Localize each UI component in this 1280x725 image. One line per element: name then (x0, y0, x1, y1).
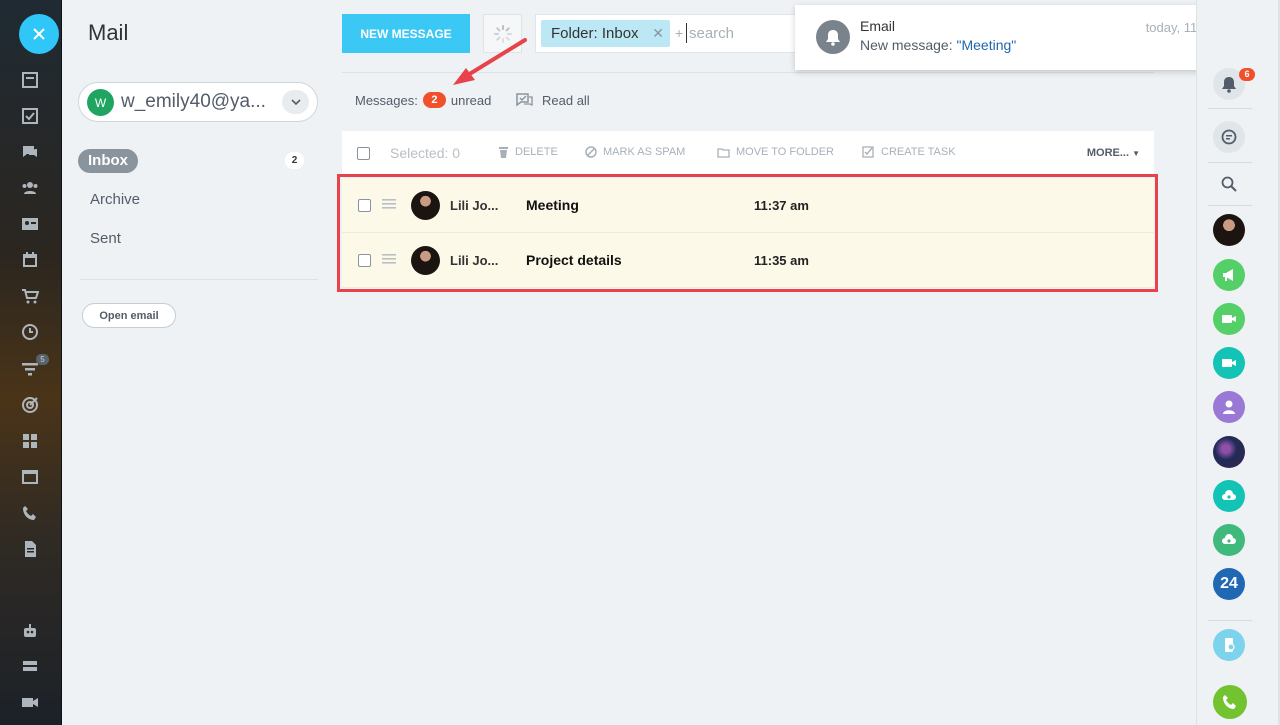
unread-status: Messages: 2 unread (355, 92, 491, 108)
selected-count: Selected: 0 (390, 145, 461, 161)
create-task-label: CREATE TASK (881, 146, 956, 158)
mark-spam-button[interactable]: MARK AS SPAM (585, 146, 685, 158)
bulk-action-bar: Selected: 0 DELETE MARK AS SPAM MOVE TO … (342, 131, 1154, 174)
divider (80, 279, 318, 280)
clock-icon[interactable] (21, 323, 39, 341)
more-actions-button[interactable]: MORE... ▼ (1087, 147, 1140, 159)
megaphone-icon[interactable] (1213, 259, 1245, 291)
storage-icon[interactable] (21, 657, 39, 675)
remove-filter-icon[interactable]: ✕ (652, 25, 664, 42)
open-email-button[interactable]: Open email (82, 303, 176, 328)
phone-icon[interactable] (21, 504, 39, 522)
notifications-count-badge: 6 (1239, 68, 1255, 81)
video-chat-icon[interactable] (1213, 303, 1245, 335)
folder-inbox[interactable]: Inbox (78, 149, 138, 173)
mobile-app-icon[interactable] (1213, 629, 1245, 661)
folder-filter-chip[interactable]: Folder: Inbox ✕ (541, 20, 670, 47)
task-icon (862, 146, 874, 158)
mark-spam-label: MARK AS SPAM (603, 146, 686, 158)
spam-icon (585, 146, 597, 158)
calendar-icon[interactable] (21, 251, 39, 269)
document-icon[interactable] (21, 540, 39, 558)
unread-label[interactable]: unread (451, 93, 491, 108)
read-all-button[interactable]: Read all (516, 92, 590, 108)
folder-sent[interactable]: Sent (90, 230, 121, 247)
trash-icon (499, 147, 508, 158)
tasks-icon[interactable] (21, 107, 39, 125)
move-to-folder-label: MOVE TO FOLDER (736, 146, 835, 158)
more-label: MORE... (1086, 147, 1130, 159)
delete-button[interactable]: DELETE (498, 146, 558, 158)
select-all-checkbox[interactable] (357, 147, 370, 160)
bitrix24-icon[interactable]: 24 (1213, 568, 1245, 600)
create-task-button[interactable]: CREATE TASK (862, 146, 956, 158)
chevron-down-icon[interactable] (282, 90, 309, 114)
delete-label: DELETE (515, 146, 558, 158)
notification-title: Email (860, 18, 896, 34)
caret-down-icon: ▼ (1132, 149, 1140, 158)
shopping-cart-icon[interactable] (21, 287, 39, 305)
divider (1208, 162, 1252, 163)
inbox-count-badge: 2 (285, 152, 304, 169)
user-profile-icon[interactable] (1213, 391, 1245, 423)
search-input[interactable] (686, 23, 781, 43)
unread-count-badge: 2 (422, 92, 446, 108)
notification-body-prefix: New message: (860, 37, 953, 53)
account-selector[interactable]: W w_emily40@ya... (78, 82, 318, 122)
close-icon[interactable] (19, 14, 59, 54)
phone-call-icon[interactable] (1213, 685, 1247, 719)
account-address: w_emily40@ya... (121, 91, 266, 112)
notification-body: New message: "Meeting" (860, 37, 1016, 53)
highlight-box (337, 174, 1158, 292)
apps-grid-icon[interactable] (21, 432, 39, 450)
messages-label: Messages: (355, 92, 418, 108)
notification-bell-icon (816, 20, 850, 54)
divider (1208, 108, 1252, 109)
annotation-arrow-icon (453, 38, 527, 85)
messenger-icon[interactable] (1213, 121, 1245, 153)
search-icon[interactable] (1213, 168, 1245, 200)
window-icon[interactable] (21, 468, 39, 486)
folder-archive[interactable]: Archive (90, 191, 140, 208)
folder-move-icon (717, 147, 730, 158)
add-filter-plus[interactable]: + (675, 25, 683, 41)
chat-icon[interactable] (21, 143, 39, 161)
folder-filter-label: Folder: Inbox (551, 25, 639, 42)
video-camera-icon[interactable] (21, 693, 39, 711)
read-all-label: Read all (542, 92, 590, 108)
contact-avatar[interactable] (1213, 214, 1245, 246)
divider (1208, 205, 1252, 206)
cloud-icon[interactable] (1213, 480, 1245, 512)
left-app-sidebar: 5 (0, 0, 62, 725)
target-icon[interactable] (21, 396, 39, 414)
page-title: Mail (88, 20, 129, 45)
notification-link[interactable]: "Meeting" (956, 37, 1016, 53)
account-avatar: W (87, 89, 114, 116)
news-feed-icon[interactable] (21, 71, 39, 89)
video-call-icon[interactable] (1213, 347, 1245, 379)
robot-icon[interactable] (21, 622, 39, 640)
contact-card-icon[interactable] (21, 215, 39, 233)
divider (1208, 620, 1252, 621)
leftbar-counter-badge: 5 (36, 354, 49, 365)
employees-icon[interactable] (21, 179, 39, 197)
move-to-folder-button[interactable]: MOVE TO FOLDER (717, 146, 834, 158)
read-all-icon (516, 92, 533, 106)
cloud-sync-icon[interactable] (1213, 524, 1245, 556)
group-avatar[interactable] (1213, 436, 1245, 468)
